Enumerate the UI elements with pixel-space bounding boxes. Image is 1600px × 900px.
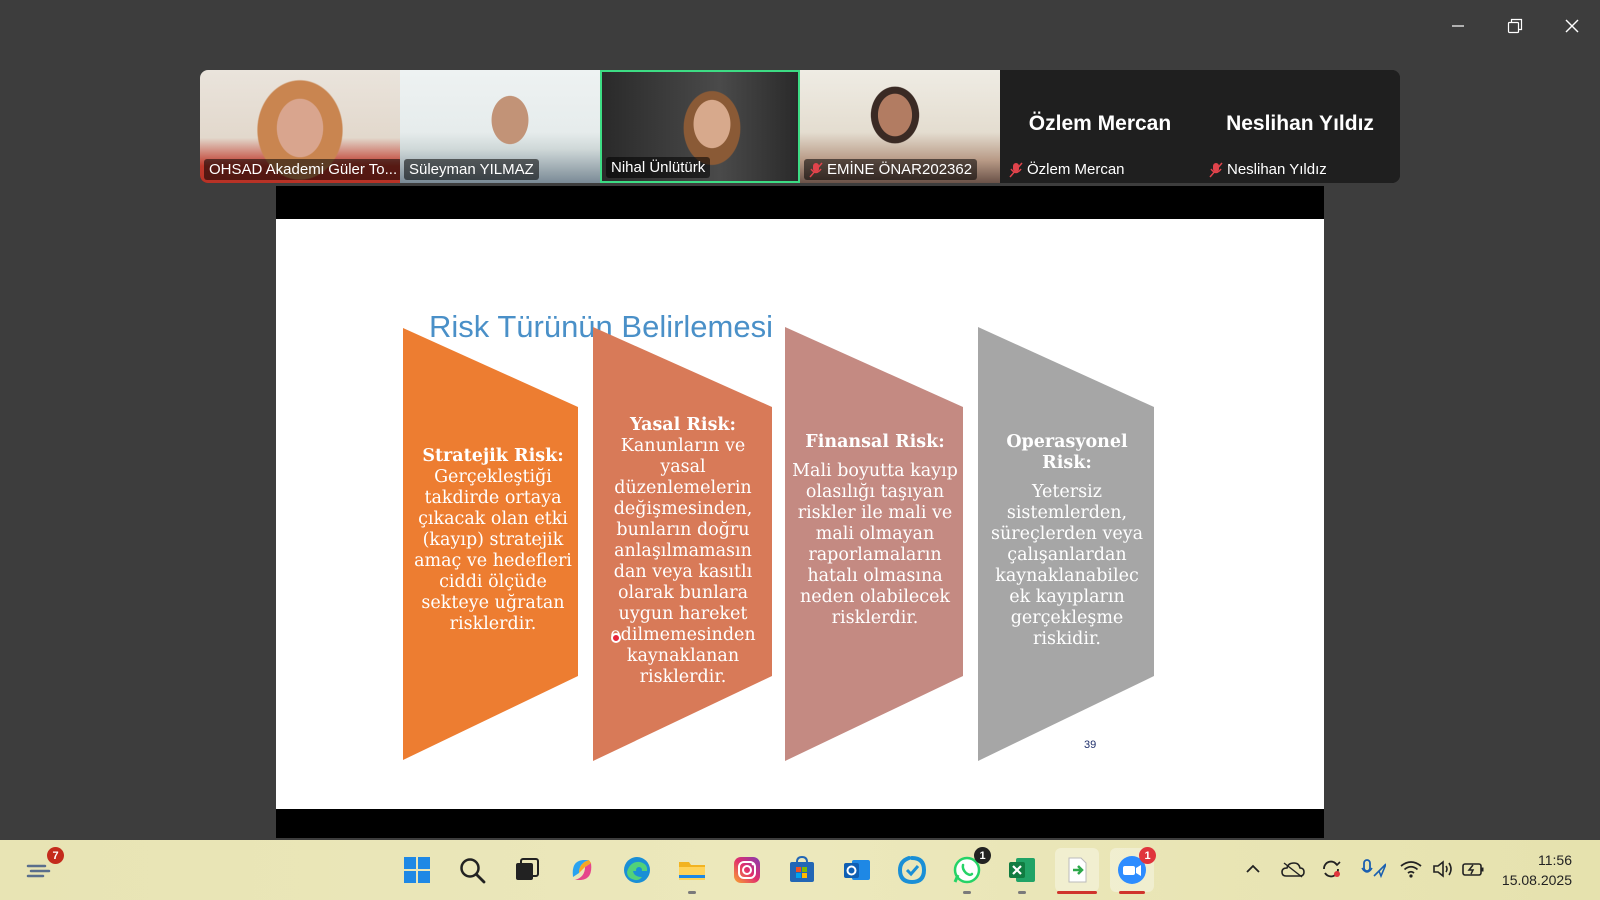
participant-tile[interactable]: Süleyman YILMAZ: [400, 70, 600, 183]
participant-name: Süleyman YILMAZ: [404, 159, 539, 180]
slide-page-number: 39: [1084, 739, 1097, 751]
microphone-muted-icon: [809, 162, 823, 178]
shared-screen: Risk Türünün Belirlemesi Stratejik Risk:…: [276, 186, 1324, 838]
operational-risk-text: Operasyonel Risk: Yetersiz sistemlerden,…: [983, 432, 1151, 650]
taskbar: 7 1 1 11:56 15.08.2025: [0, 840, 1600, 900]
zoom-badge: 1: [1139, 847, 1156, 864]
whatsapp-badge: 1: [974, 847, 991, 864]
instagram-icon: [734, 857, 760, 883]
whatsapp-button[interactable]: 1: [945, 847, 991, 894]
quick-assist-icon: [897, 856, 927, 885]
presentation-slide: Risk Türünün Belirlemesi Stratejik Risk:…: [276, 219, 1324, 809]
participant-tile[interactable]: OHSAD Akademi Güler To...: [200, 70, 400, 183]
shared-content-button[interactable]: [1055, 848, 1099, 894]
start-button[interactable]: [395, 848, 439, 892]
participant-name: EMİNE ÖNAR202362: [804, 159, 978, 180]
strategic-risk-heading: Stratejik Risk:: [422, 446, 564, 466]
operational-risk-heading: Operasyonel Risk:: [1006, 432, 1128, 473]
wifi-button[interactable]: [1398, 856, 1424, 882]
active-indicator: [1057, 891, 1097, 894]
widgets-button[interactable]: 7: [18, 847, 64, 892]
strategic-risk-text: Stratejik Risk: Gerçekleştiği takdirde o…: [409, 446, 577, 635]
microphone-location-icon: [1361, 859, 1386, 879]
participant-gallery: OHSAD Akademi Güler To... Süleyman YILMA…: [200, 70, 1400, 183]
strategic-risk-description: Gerçekleştiği takdirde ortaya çıkacak ol…: [414, 467, 572, 634]
laser-pointer: [611, 633, 621, 643]
participant-name: OHSAD Akademi Güler To...: [204, 159, 400, 180]
windows-logo-icon: [404, 857, 430, 883]
close-button[interactable]: [1543, 0, 1600, 52]
outlook-icon: [844, 860, 870, 880]
participant-tile[interactable]: Özlem Mercan Özlem Mercan: [1000, 70, 1200, 183]
sync-button[interactable]: [1318, 856, 1344, 882]
clock-time: 11:56: [1538, 852, 1572, 868]
running-indicator: [1018, 891, 1026, 894]
show-hidden-icons-button[interactable]: [1240, 856, 1266, 882]
active-indicator: [1119, 891, 1145, 894]
restore-icon: [1507, 18, 1522, 34]
close-icon: [1565, 19, 1578, 33]
widgets-badge: 7: [47, 847, 64, 864]
operational-risk-description: Yetersiz sistemlerden, süreçlerden veya …: [990, 482, 1144, 649]
folder-icon: [679, 862, 705, 880]
participant-tile[interactable]: EMİNE ÖNAR202362: [800, 70, 1000, 183]
running-indicator: [688, 891, 696, 894]
onedrive-button[interactable]: [1280, 856, 1306, 882]
sync-icon: [1323, 860, 1341, 878]
cloud-icon: [1281, 862, 1305, 878]
microphone-muted-icon: [1009, 162, 1023, 178]
restore-button[interactable]: [1486, 0, 1543, 52]
outlook-button[interactable]: [835, 848, 879, 892]
excel-button[interactable]: [1000, 848, 1044, 894]
legal-risk-description: Kanunların ve yasal düzenlemelerin değiş…: [610, 436, 756, 687]
microsoft-store-button[interactable]: [780, 848, 824, 892]
search-icon: [460, 858, 486, 884]
participant-tile[interactable]: Neslihan Yıldız Neslihan Yıldız: [1200, 70, 1400, 183]
participant-tile-active-speaker[interactable]: Nihal Ünlütürk: [600, 70, 800, 183]
financial-risk-text: Finansal Risk: Mali boyutta kayıp olasıl…: [791, 432, 959, 629]
microphone-in-use-button[interactable]: [1360, 856, 1386, 882]
microphone-muted-icon: [1209, 162, 1223, 178]
edge-button[interactable]: [615, 848, 659, 892]
legal-risk-text: Yasal Risk: Kanunların ve yasal düzenlem…: [598, 415, 768, 688]
participant-name: Nihal Ünlütürk: [606, 157, 711, 178]
wifi-icon: [1400, 861, 1422, 878]
participant-display-name: Neslihan Yıldız: [1226, 112, 1374, 135]
task-view-button[interactable]: [505, 848, 549, 892]
search-button[interactable]: [450, 848, 494, 892]
task-view-icon: [516, 858, 539, 880]
quick-assist-button[interactable]: [890, 848, 934, 892]
battery-button[interactable]: [1460, 856, 1486, 882]
clock-date: 15.08.2025: [1501, 872, 1572, 888]
minimize-icon: [1451, 25, 1464, 27]
edge-browser-icon: [624, 857, 650, 883]
instagram-button[interactable]: [725, 848, 769, 892]
financial-risk-description: Mali boyutta kayıp olasılığı taşıyan ris…: [792, 461, 958, 628]
battery-charging-icon: [1462, 863, 1484, 876]
window-controls: [1429, 0, 1600, 52]
speaker-icon: [1433, 860, 1452, 878]
system-clock[interactable]: 11:56 15.08.2025: [1502, 850, 1572, 890]
excel-icon: [1009, 858, 1035, 882]
volume-button[interactable]: [1430, 856, 1456, 882]
financial-risk-heading: Finansal Risk:: [805, 432, 945, 452]
share-screen-icon: [1068, 857, 1087, 883]
file-explorer-button[interactable]: [670, 848, 714, 894]
copilot-icon: [572, 860, 592, 880]
participant-name: Özlem Mercan: [1004, 159, 1130, 180]
legal-risk-heading: Yasal Risk:: [629, 415, 737, 435]
store-bag-icon: [790, 855, 814, 882]
participant-name: Neslihan Yıldız: [1204, 159, 1332, 180]
running-indicator: [963, 891, 971, 894]
zoom-button[interactable]: 1: [1110, 847, 1156, 894]
minimize-button[interactable]: [1429, 0, 1486, 52]
participant-display-name: Özlem Mercan: [1028, 112, 1172, 135]
copilot-button[interactable]: [560, 848, 604, 892]
chevron-up-icon: [1246, 864, 1260, 873]
